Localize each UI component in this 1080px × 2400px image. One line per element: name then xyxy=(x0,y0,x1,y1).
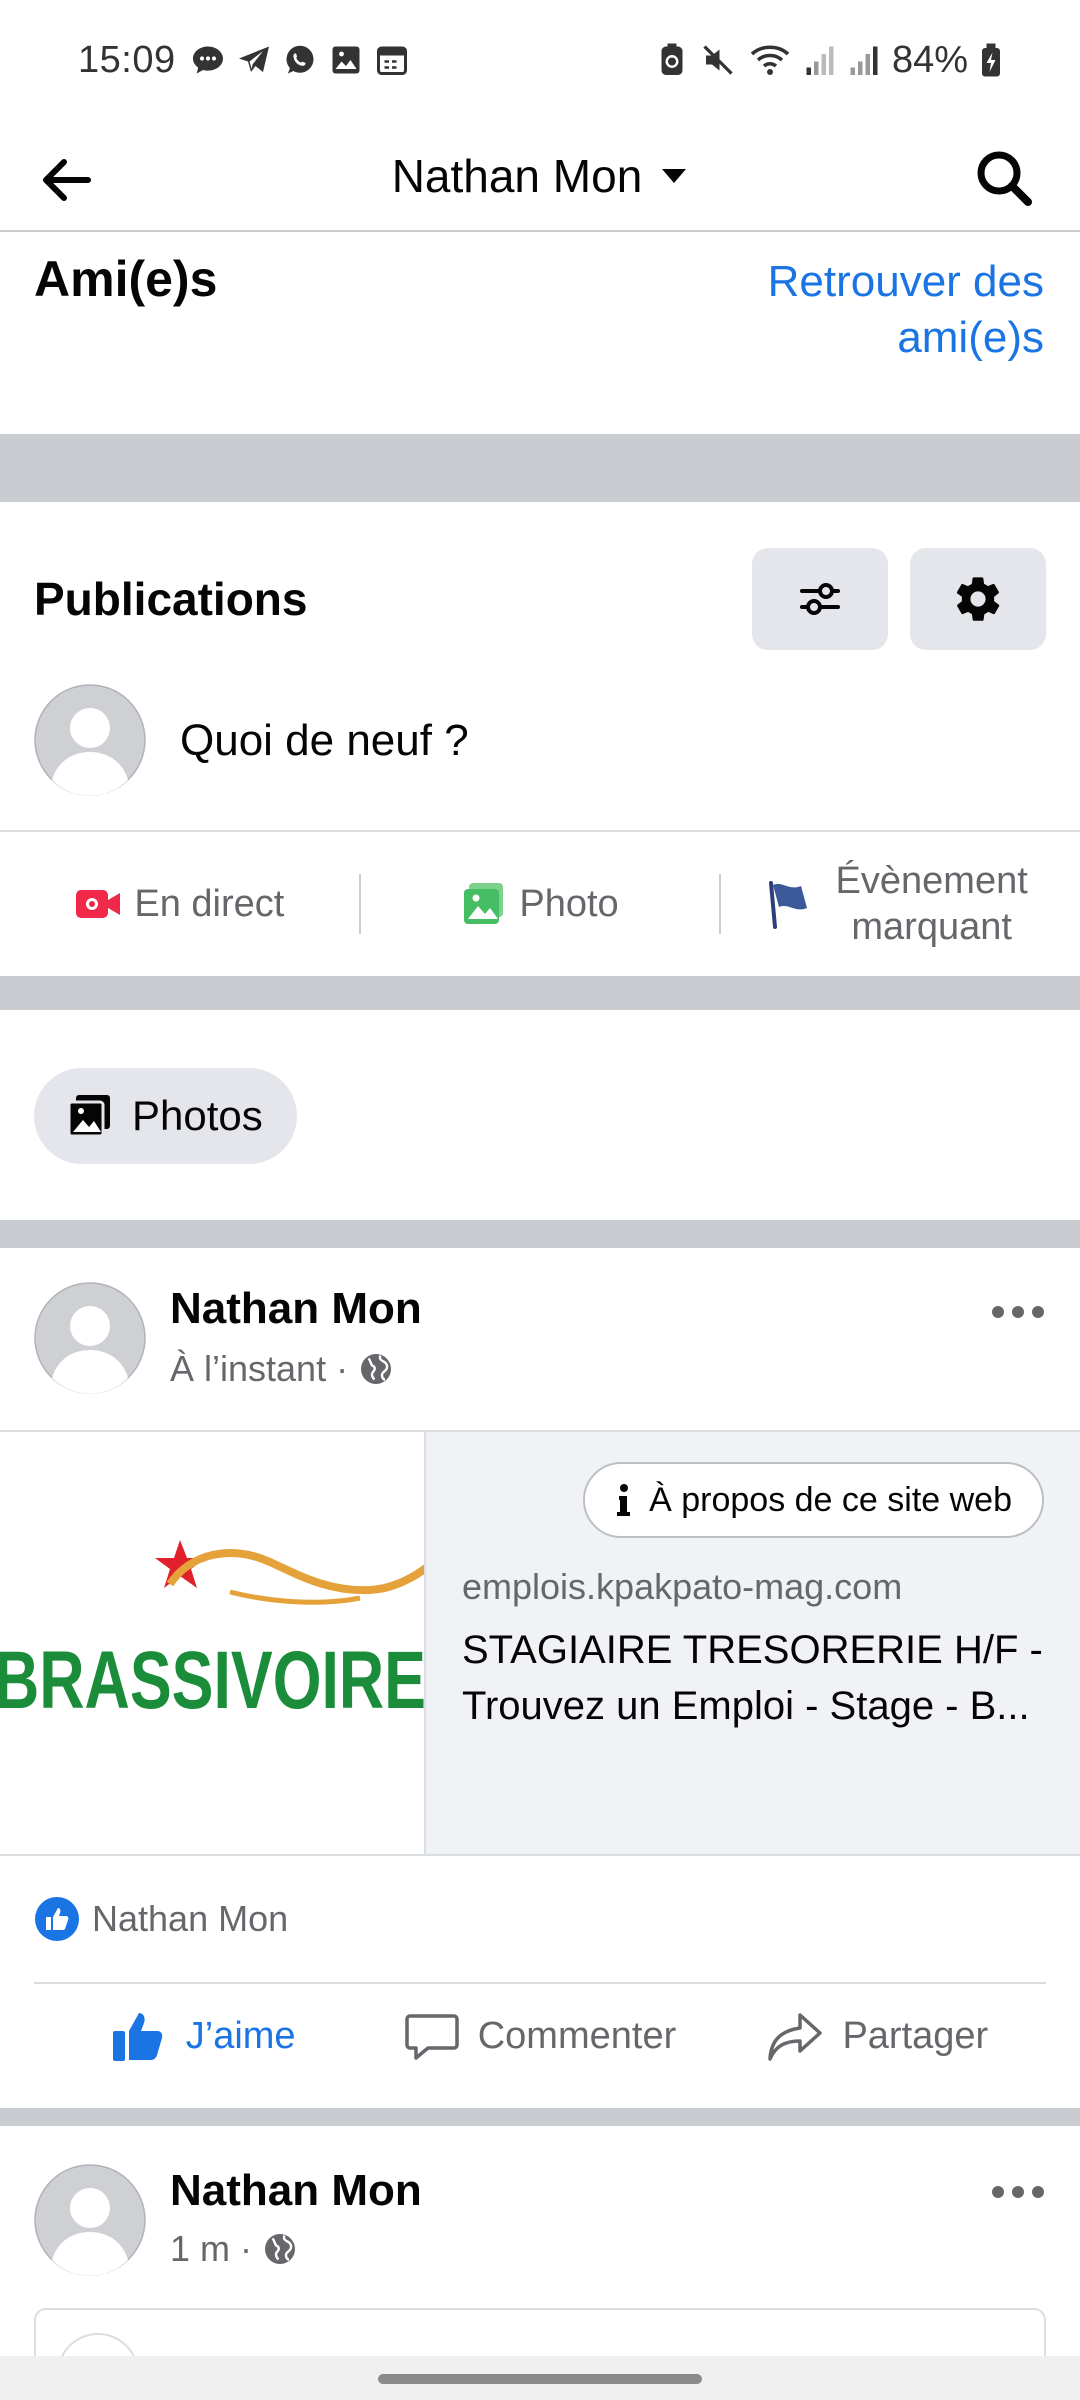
signal-icon xyxy=(806,46,834,75)
settings-button[interactable] xyxy=(910,548,1046,650)
photos-chip[interactable]: Photos xyxy=(34,1068,297,1164)
about-website-button[interactable]: À propos de ce site web xyxy=(583,1462,1044,1538)
publications-section: Publications Quoi de neuf ? xyxy=(0,502,1080,830)
filter-button[interactable] xyxy=(752,548,888,650)
calendar-icon xyxy=(376,46,407,75)
reactions-summary[interactable]: Nathan Mon xyxy=(34,1896,288,1942)
photo-icon xyxy=(464,883,504,924)
link-title: STAGIAIRE TRESORERIE H/F - Trouvez un Em… xyxy=(462,1628,1043,1728)
avatar[interactable] xyxy=(34,684,146,796)
reaction-name: Nathan Mon xyxy=(92,1898,289,1939)
link-domain: emplois.kpakpato-mag.com xyxy=(462,1566,903,1607)
meta-separator: · xyxy=(336,1348,349,1389)
search-icon[interactable] xyxy=(972,146,1036,210)
post-meta: À l’instant · xyxy=(170,1348,394,1390)
status-bar: 15:09 84% xyxy=(0,0,1080,120)
mute-icon xyxy=(703,45,733,75)
comment-button[interactable]: Commenter xyxy=(371,2008,708,2064)
comment-icon xyxy=(404,2014,459,2060)
post-actions: J’aime Commenter Partager xyxy=(34,1982,1046,2088)
telegram-icon xyxy=(238,46,269,72)
share-button[interactable]: Partager xyxy=(709,2007,1046,2065)
system-nav-bar xyxy=(0,2356,1080,2400)
post-author[interactable]: Nathan Mon xyxy=(170,2166,422,2216)
more-horizontal-icon[interactable] xyxy=(990,2180,1046,2204)
like-reaction-icon xyxy=(35,1897,79,1941)
section-divider xyxy=(0,2108,1080,2126)
more-horizontal-icon[interactable] xyxy=(990,1300,1046,1324)
live-button[interactable]: En direct xyxy=(0,831,359,977)
photos-icon xyxy=(67,1095,110,1138)
post-time[interactable]: À l’instant xyxy=(170,1348,326,1390)
photo-button[interactable]: Photo xyxy=(361,831,720,977)
live-video-icon xyxy=(76,890,121,918)
notification-icons xyxy=(190,42,410,78)
gear-icon xyxy=(956,577,1000,621)
gallery-icon xyxy=(332,46,360,74)
section-divider xyxy=(0,1220,1080,1248)
link-thumbnail: BRASSIVOIRE xyxy=(0,1432,426,1854)
flag-icon xyxy=(768,881,807,929)
status-time: 15:09 xyxy=(78,38,176,81)
find-friends-link[interactable]: Retrouver des ami(e)s xyxy=(704,254,1044,366)
live-label: En direct xyxy=(134,882,285,925)
globe-icon xyxy=(361,1354,392,1384)
home-gesture-handle[interactable] xyxy=(378,2374,702,2384)
messages-icon xyxy=(192,46,223,74)
thumbs-up-icon xyxy=(112,2013,163,2061)
about-website-label: À propos de ce site web xyxy=(649,1480,1012,1519)
friends-heading: Ami(e)s xyxy=(34,251,218,307)
top-bar: Nathan Mon xyxy=(0,120,1080,232)
life-event-button[interactable]: Évènement marquant xyxy=(721,831,1080,977)
post-meta: 1 m · xyxy=(170,2228,298,2270)
post-time[interactable]: 1 m xyxy=(170,2228,230,2270)
profile-switcher[interactable]: Nathan Mon xyxy=(0,120,1080,232)
composer-actions: En direct Photo Évènement marquant xyxy=(0,830,1080,976)
publications-heading: Publications xyxy=(34,573,308,625)
globe-icon xyxy=(265,2234,296,2264)
page-title: Nathan Mon xyxy=(391,150,643,202)
photo-label: Photo xyxy=(519,882,619,925)
comment-label: Commenter xyxy=(477,2014,677,2057)
caret-down-icon xyxy=(662,169,687,183)
life-event-label: Évènement marquant xyxy=(835,860,1028,948)
photos-chip-label: Photos xyxy=(132,1092,263,1139)
battery-percent: 84% xyxy=(891,38,968,81)
info-icon xyxy=(617,1484,631,1516)
section-divider xyxy=(0,976,1080,1010)
battery-charging-icon xyxy=(982,43,1000,77)
like-label: J’aime xyxy=(185,2014,296,2057)
section-divider xyxy=(0,434,1080,502)
brassivoire-logo: BRASSIVOIRE xyxy=(0,1540,426,1726)
filter-icon xyxy=(800,583,840,615)
wifi-icon xyxy=(750,45,790,75)
battery-saver-icon xyxy=(661,43,683,75)
logo-text: BRASSIVOIRE xyxy=(0,1635,426,1726)
share-label: Partager xyxy=(842,2014,989,2057)
system-icons: 84% xyxy=(656,39,1002,82)
signal-icon xyxy=(850,46,878,75)
meta-separator: · xyxy=(240,2228,253,2269)
link-preview[interactable]: BRASSIVOIRE À propos de ce site web empl… xyxy=(0,1430,1080,1856)
avatar[interactable] xyxy=(34,1282,146,1394)
share-icon xyxy=(768,2013,823,2061)
friends-section: Ami(e)s Retrouver des ami(e)s xyxy=(0,234,1080,434)
whatsapp-icon xyxy=(286,45,314,74)
composer-prompt[interactable]: Quoi de neuf ? xyxy=(180,716,469,766)
like-button[interactable]: J’aime xyxy=(34,2007,371,2065)
post-author[interactable]: Nathan Mon xyxy=(170,1284,422,1334)
avatar[interactable] xyxy=(34,2164,146,2276)
